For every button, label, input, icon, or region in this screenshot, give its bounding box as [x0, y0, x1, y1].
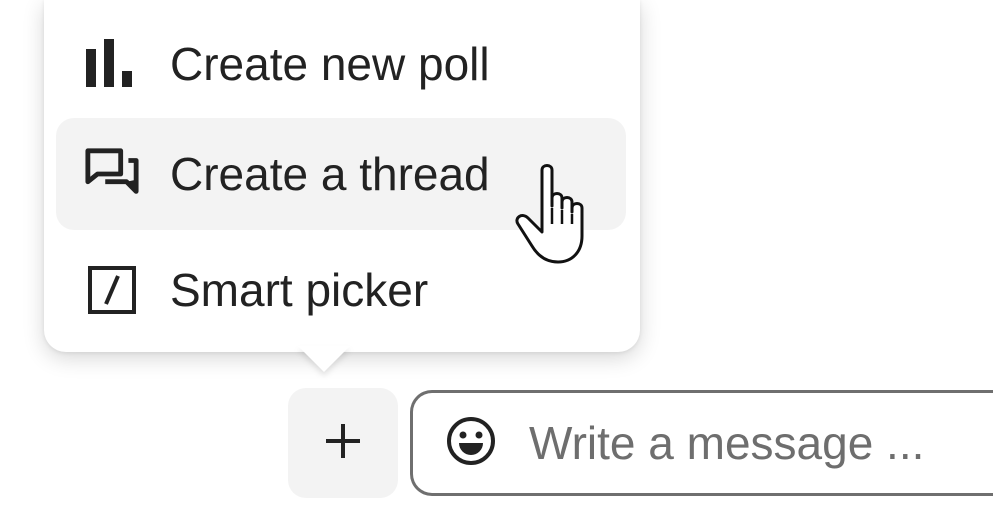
poll-icon: [84, 36, 140, 92]
menu-item-smart-picker[interactable]: Smart picker: [56, 234, 626, 346]
menu-item-label: Create new poll: [170, 38, 490, 90]
menu-item-label: Smart picker: [170, 264, 429, 316]
add-button[interactable]: [288, 388, 398, 498]
chat-composer-area: Create new poll Create a thread Smart pi…: [0, 0, 993, 517]
message-input[interactable]: [529, 416, 989, 470]
menu-item-create-poll[interactable]: Create new poll: [56, 8, 626, 120]
menu-item-create-thread[interactable]: Create a thread: [56, 118, 626, 230]
menu-pointer-arrow: [298, 346, 350, 372]
add-actions-menu: Create new poll Create a thread Smart pi…: [44, 0, 640, 352]
thread-icon: [84, 146, 140, 202]
smart-picker-icon: [84, 262, 140, 318]
plus-icon: [323, 421, 363, 466]
emoji-button[interactable]: [441, 413, 501, 473]
menu-item-label: Create a thread: [170, 148, 490, 200]
message-field[interactable]: [410, 390, 993, 496]
emoji-icon: [445, 415, 497, 472]
